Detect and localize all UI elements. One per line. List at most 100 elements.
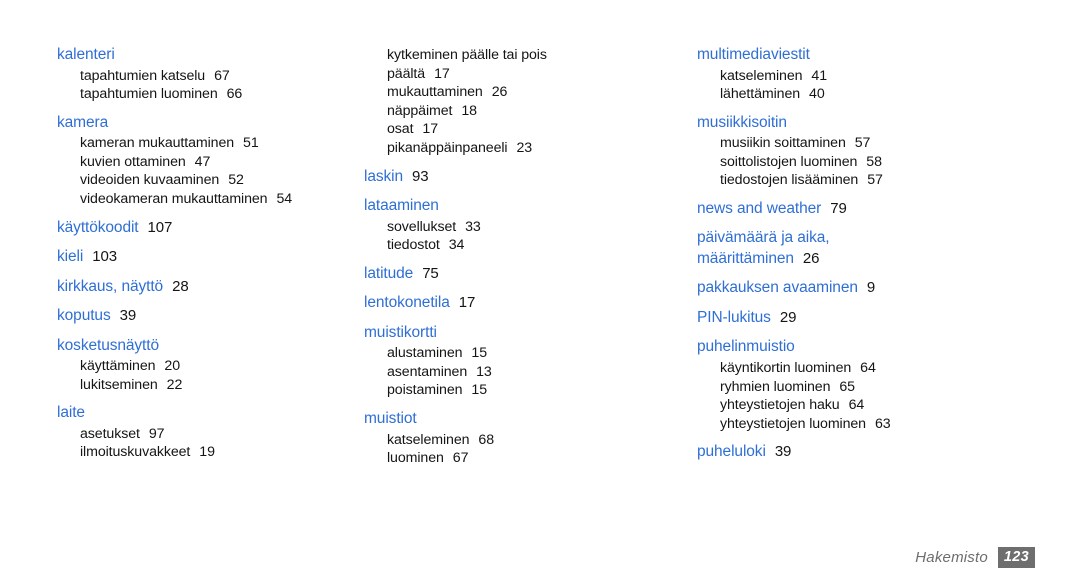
index-subentry[interactable]: tiedostojen lisääminen 57 [720, 171, 1080, 190]
index-subentry[interactable]: kuvien ottaminen 47 [80, 153, 332, 172]
index-heading[interactable]: käyttökoodit 107 [57, 218, 332, 239]
index-subentry[interactable]: pikanäppäinpaneeli 23 [387, 139, 664, 158]
index-entry-group: päivämäärä ja aika, määrittäminen 26 [697, 228, 1080, 269]
index-heading[interactable]: lataaminen [364, 196, 664, 217]
index-subentry[interactable]: tiedostot 34 [387, 236, 664, 255]
index-subentry[interactable]: poistaminen 15 [387, 381, 664, 400]
index-subentry[interactable]: osat 17 [387, 120, 664, 139]
index-subentry[interactable]: ilmoituskuvakkeet 19 [80, 443, 332, 462]
index-heading[interactable]: latitude 75 [364, 264, 664, 285]
index-subentry[interactable]: luominen 67 [387, 449, 664, 468]
index-subentry-text: tiedostot [387, 237, 440, 254]
index-heading-text: puheluloki [697, 443, 766, 461]
index-subentry[interactable]: videokameran mukauttaminen 54 [80, 190, 332, 209]
index-subentry-text: videokameran mukauttaminen [80, 190, 268, 207]
index-heading[interactable]: koputus 39 [57, 306, 332, 327]
index-column-1: kalenteri tapahtumien katselu 67 tapahtumie… [0, 45, 332, 462]
index-heading-text: määrittäminen [697, 249, 794, 267]
index-subentry[interactable]: videoiden kuvaaminen 52 [80, 171, 332, 190]
index-subentry-list: katseleminen 41 lähettäminen 40 [697, 67, 1080, 104]
index-heading[interactable]: puhelinmuistio [697, 337, 1080, 358]
index-heading[interactable]: muistikortti [364, 323, 664, 344]
index-subentry[interactable]: ryhmien luominen 65 [720, 378, 1080, 397]
index-subentry[interactable]: käyttäminen 20 [80, 357, 332, 376]
index-heading-text: musiikkisoitin [697, 113, 787, 131]
index-subentry[interactable]: sovellukset 33 [387, 218, 664, 237]
index-page-number: 20 [164, 358, 180, 375]
index-heading-text: puhelinmuistio [697, 338, 795, 356]
index-heading[interactable]: muistiot [364, 409, 664, 430]
index-page-number: 18 [461, 102, 477, 119]
index-subentry[interactable]: asetukset 97 [80, 425, 332, 444]
index-subentry-text: kuvien ottaminen [80, 153, 186, 170]
index-page-number: 47 [194, 153, 211, 170]
index-subentry[interactable]: yhteystietojen luominen 63 [720, 415, 1080, 434]
index-subentry[interactable]: asentaminen 13 [387, 363, 664, 382]
index-heading[interactable]: pakkauksen avaaminen 9 [697, 278, 1080, 299]
index-subentry-list: kameran mukauttaminen 51 kuvien ottaminen 4… [57, 134, 332, 208]
index-page-number: 40 [809, 86, 825, 103]
index-subentry-text: kameran mukauttaminen [80, 135, 235, 152]
index-column-2: kytkeminen päälle tai pois päältä 17 mukaut… [332, 45, 664, 468]
index-subentry[interactable]: lähettäminen 40 [720, 85, 1080, 104]
index-heading[interactable]: kirkkaus, näyttö 28 [57, 277, 332, 298]
index-subentry[interactable]: katseleminen 41 [720, 67, 1080, 86]
index-subentry[interactable]: käyntikortin luominen 64 [720, 359, 1080, 378]
index-subentry-list: alustaminen 15 asentaminen 13 poistaminen 15 [364, 344, 664, 400]
index-page-number: 41 [811, 67, 827, 84]
index-page-number: 13 [476, 363, 492, 380]
index-page-number: 65 [839, 378, 855, 395]
index-subentry-list: katseleminen 68 luominen 67 [364, 431, 664, 468]
index-heading[interactable]: lentokonetila 17 [364, 293, 664, 314]
index-heading-text: PIN-lukitus [697, 308, 771, 326]
index-subentry[interactable]: katseleminen 68 [387, 431, 664, 450]
index-page-number: 103 [92, 248, 117, 266]
index-subentry-text: tapahtumien katselu [80, 67, 206, 84]
index-subentry[interactable]: kameran mukauttaminen 51 [80, 134, 332, 153]
index-heading[interactable]: multimediaviestit [697, 45, 1080, 66]
index-heading[interactable]: puheluloki 39 [697, 442, 1080, 463]
index-entry-group: kieli 103 [57, 247, 332, 268]
index-heading-text: muistikortti [364, 323, 437, 341]
index-heading-text: pakkauksen avaaminen [697, 279, 858, 297]
index-entry-group: muistiot katseleminen 68 luominen 67 [364, 409, 664, 468]
index-subentry-text: käyntikortin luominen [720, 359, 852, 376]
index-heading[interactable]: kalenteri [57, 45, 332, 66]
index-heading[interactable]: kieli 103 [57, 247, 332, 268]
index-entry-group: latitude 75 [364, 264, 664, 285]
index-subentry[interactable]: kytkeminen päälle tai pois päältä 17 [387, 46, 664, 83]
index-heading-text: koputus [57, 307, 111, 325]
index-subentry[interactable]: lukitseminen 22 [80, 376, 332, 395]
index-page-number: 39 [774, 443, 792, 461]
index-subentry[interactable]: musiikin soittaminen 57 [720, 134, 1080, 153]
index-page-number: 68 [478, 431, 494, 448]
index-subentry[interactable]: soittolistojen luominen 58 [720, 153, 1080, 172]
index-subentry[interactable]: tapahtumien katselu 67 [80, 67, 332, 86]
index-page-number: 23 [516, 139, 533, 156]
index-heading[interactable]: päivämäärä ja aika, määrittäminen 26 [697, 228, 1080, 269]
index-subentry-text: asentaminen [387, 363, 468, 380]
index-page-number: 67 [214, 67, 230, 84]
index-heading[interactable]: PIN-lukitus 29 [697, 308, 1080, 329]
index-heading[interactable]: kamera [57, 113, 332, 134]
index-heading[interactable]: kosketusnäyttö [57, 336, 332, 357]
index-heading[interactable]: musiikkisoitin [697, 113, 1080, 134]
index-heading[interactable]: laskin 93 [364, 167, 664, 188]
footer-section-label: Hakemisto [915, 548, 988, 566]
index-subentry-text: tapahtumien luominen [80, 86, 218, 103]
index-subentry[interactable]: yhteystietojen haku 64 [720, 396, 1080, 415]
index-subentry[interactable]: tapahtumien luominen 66 [80, 85, 332, 104]
index-page-number: 66 [226, 86, 243, 103]
index-subentry[interactable]: näppäimet 18 [387, 102, 664, 121]
index-subentry[interactable]: alustaminen 15 [387, 344, 664, 363]
index-heading-text: laite [57, 404, 85, 422]
index-subentry[interactable]: mukauttaminen 26 [387, 83, 664, 102]
index-entry-group: laskin 93 [364, 167, 664, 188]
index-entry-group: kamera kameran mukauttaminen 51 kuvien otta… [57, 113, 332, 209]
index-heading[interactable]: laite [57, 403, 332, 424]
index-page-number: 107 [147, 218, 173, 236]
index-subentry-text: luominen [387, 450, 444, 467]
index-page-number: 26 [802, 249, 820, 267]
index-heading[interactable]: news and weather 79 [697, 199, 1080, 220]
index-subentry-text: poistaminen [387, 382, 463, 399]
